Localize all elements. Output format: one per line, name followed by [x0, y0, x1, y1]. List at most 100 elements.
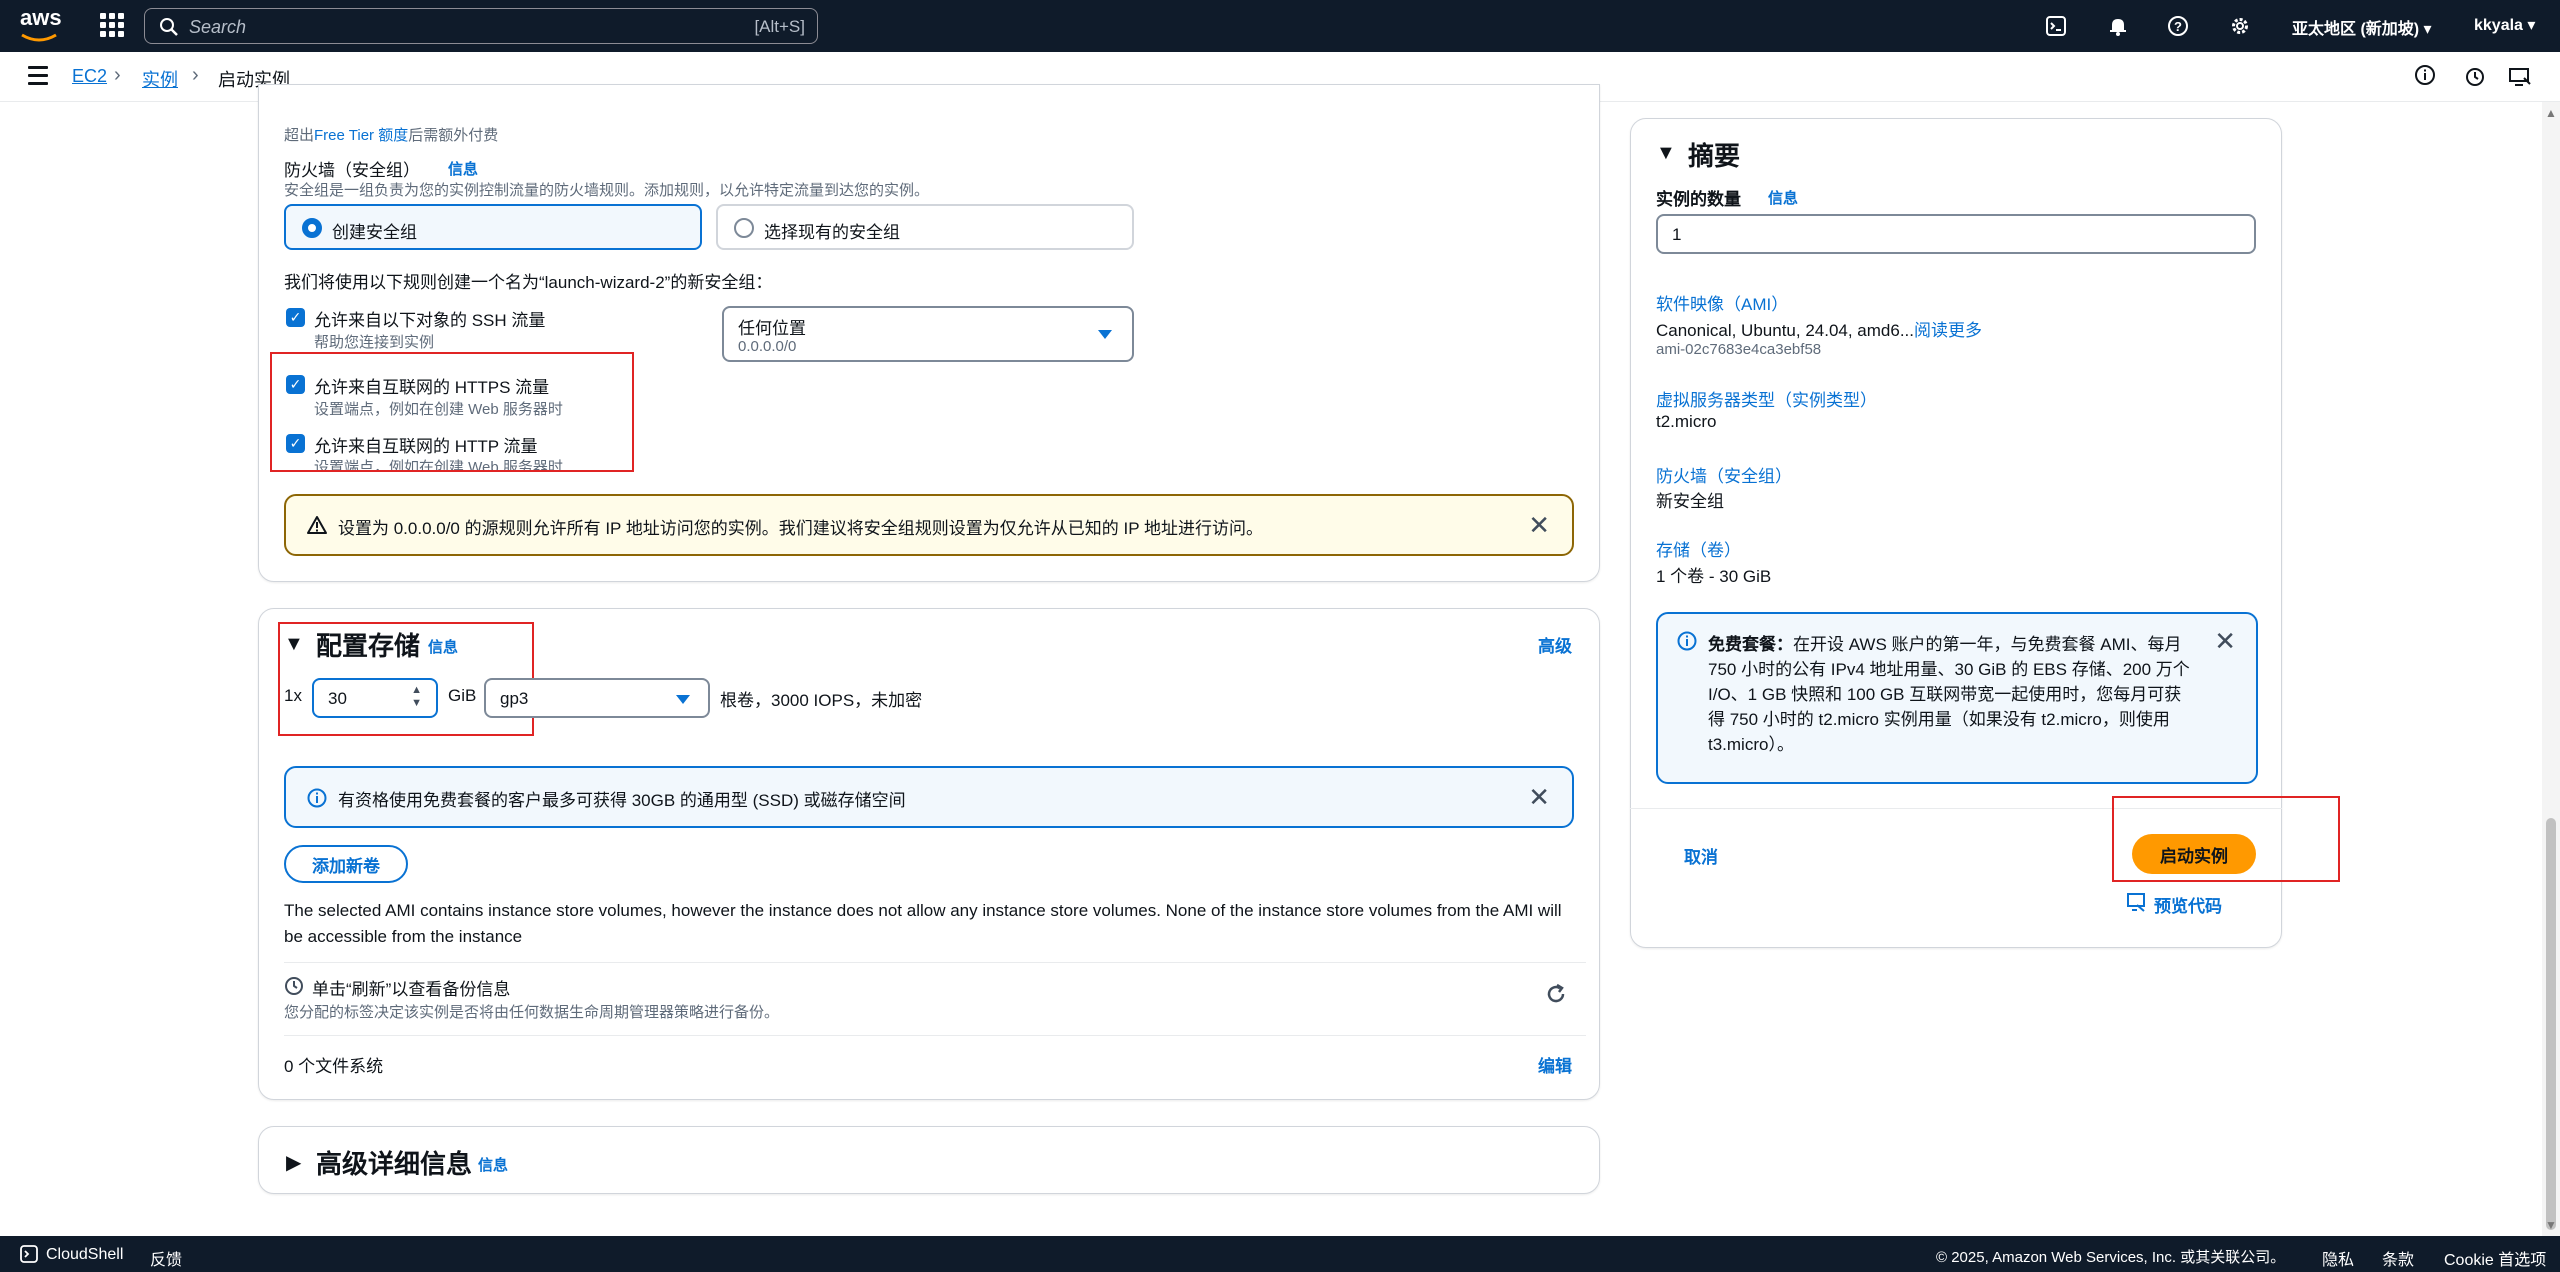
storage-info-link[interactable]: 信息	[428, 636, 458, 657]
radio-unselected	[734, 218, 754, 238]
advanced-details-title: 高级详细信息	[316, 1149, 473, 1179]
close-icon[interactable]: ✕	[1528, 512, 1550, 538]
services-menu-icon[interactable]	[100, 13, 124, 37]
summary-firewall-value: 新安全组	[1656, 492, 1724, 511]
caret-down-icon	[1098, 330, 1112, 339]
free-tier-storage-alert: 有资格使用免费套餐的客户最多可获得 30GB 的通用型 (SSD) 或磁存储空间…	[284, 766, 1574, 828]
radio-select-existing-security-group[interactable]: 选择现有的安全组	[716, 204, 1134, 250]
summary-free-tier-alert: 免费套餐：在开设 AWS 账户的第一年，与免费套餐 AMI、每月 750 小时的…	[1656, 612, 2258, 784]
summary-ami-link[interactable]: 软件映像（AMI）	[1656, 290, 1788, 315]
https-description: 设置端点，例如在创建 Web 服务器时	[314, 401, 563, 418]
read-more-link[interactable]: 阅读更多	[1914, 321, 1982, 340]
preview-code-link[interactable]: 预览代码	[2154, 892, 2222, 917]
close-icon[interactable]: ✕	[1528, 784, 1550, 810]
collapse-summary-icon[interactable]: ▼	[1656, 142, 1676, 165]
info-icon	[307, 788, 327, 808]
screen-icon[interactable]	[2508, 66, 2532, 93]
scroll-up-icon[interactable]: ▲	[2545, 106, 2557, 120]
cancel-button[interactable]: 取消	[1684, 843, 1718, 868]
summary-storage-link[interactable]: 存储（卷）	[1656, 536, 1741, 561]
ssh-checkbox[interactable]: ✓	[286, 308, 305, 327]
advanced-details-info-link[interactable]: 信息	[478, 1154, 508, 1175]
add-volume-button[interactable]: 添加新卷	[284, 845, 408, 883]
filesystems-edit-link[interactable]: 编辑	[1538, 1052, 1572, 1077]
history-icon[interactable]	[2464, 66, 2486, 93]
footer-copyright: © 2025, Amazon Web Services, Inc. 或其关联公司…	[1936, 1249, 2286, 1266]
instance-count-input[interactable]: 1	[1656, 214, 2256, 254]
footer-privacy-link[interactable]: 隐私	[2322, 1246, 2354, 1270]
expand-advanced-icon[interactable]: ▶	[286, 1150, 301, 1175]
security-warning-alert: 设置为 0.0.0.0/0 的源规则允许所有 IP 地址访问您的实例。我们建议将…	[284, 494, 1574, 556]
svg-text:?: ?	[2174, 19, 2182, 34]
http-label: 允许来自互联网的 HTTP 流量	[314, 437, 538, 456]
footer-terms-link[interactable]: 条款	[2382, 1246, 2414, 1270]
warning-icon	[307, 516, 327, 534]
cloudshell-icon[interactable]	[2044, 14, 2068, 38]
volume-count-prefix: 1x	[284, 686, 302, 705]
summary-firewall-link[interactable]: 防火墙（安全组）	[1656, 462, 1792, 487]
firewall-info-link[interactable]: 信息	[448, 158, 478, 179]
ssh-description: 帮助您连接到实例	[314, 334, 435, 351]
http-description: 设置端点，例如在创建 Web 服务器时	[314, 459, 563, 470]
account-menu[interactable]: kkyala ▾	[2474, 15, 2535, 35]
free-tier-note: 超出Free Tier 额度后需额外付费	[284, 127, 499, 144]
cloudshell-icon[interactable]	[20, 1245, 38, 1263]
summary-instance-type-link[interactable]: 虚拟服务器类型（实例类型）	[1656, 386, 1877, 411]
footer-feedback-link[interactable]: 反馈	[150, 1246, 182, 1270]
existing-sg-label: 选择现有的安全组	[764, 223, 900, 242]
search-placeholder: Search	[189, 17, 247, 37]
filesystems-count: 0 个文件系统	[284, 1057, 384, 1076]
notifications-bell-icon[interactable]	[2106, 14, 2130, 38]
aws-logo[interactable]: aws	[20, 7, 62, 42]
footer-cloudshell-link[interactable]: CloudShell	[46, 1246, 123, 1264]
collapse-storage-icon[interactable]: ▼	[284, 633, 304, 656]
volume-size-unit: GiB	[448, 686, 477, 705]
ssh-source-select[interactable]: 任何位置 0.0.0.0/0	[722, 306, 1134, 362]
instance-count-value: 1	[1672, 225, 1682, 244]
summary-instance-type-value: t2.micro	[1656, 412, 1717, 431]
summary-ami-id: ami-02c7683e4ca3ebf58	[1656, 341, 1822, 358]
launch-instance-button[interactable]: 启动实例	[2132, 834, 2256, 874]
breadcrumb-ec2[interactable]: EC2	[72, 66, 107, 87]
region-selector[interactable]: 亚太地区 (新加坡) ▾	[2292, 15, 2432, 39]
footer-cookie-link[interactable]: Cookie 首选项	[2444, 1246, 2546, 1270]
storage-advanced-link[interactable]: 高级	[1538, 632, 1572, 657]
volume-size-input[interactable]: 30 ▲ ▼	[312, 678, 438, 718]
radio-create-security-group[interactable]: 创建安全组	[284, 204, 702, 250]
instance-count-label: 实例的数量	[1656, 190, 1741, 209]
code-preview-icon[interactable]	[2126, 891, 2148, 913]
aws-smile-icon	[21, 33, 57, 42]
ssh-source-value: 任何位置	[738, 319, 806, 338]
scroll-down-icon[interactable]: ▼	[2545, 1218, 2557, 1232]
refresh-icon[interactable]	[1544, 982, 1568, 1006]
https-label: 允许来自互联网的 HTTPS 流量	[314, 378, 550, 397]
help-icon[interactable]: ?	[2166, 14, 2190, 38]
search-input[interactable]: Search [Alt+S]	[144, 8, 818, 44]
radio-selected	[302, 218, 322, 238]
storage-title: 配置存储	[316, 631, 421, 661]
ssh-source-cidr: 0.0.0.0/0	[738, 338, 797, 355]
backup-title: 单击“刷新”以查看备份信息	[312, 980, 511, 999]
summary-storage-value: 1 个卷 - 30 GiB	[1656, 567, 1772, 586]
side-nav-toggle-icon[interactable]	[28, 66, 48, 90]
scrollbar-thumb[interactable]	[2546, 818, 2556, 1230]
info-icon	[1677, 631, 1697, 651]
volume-type-select[interactable]: gp3	[484, 678, 710, 718]
summary-free-tier-text: 免费套餐：在开设 AWS 账户的第一年，与免费套餐 AMI、每月 750 小时的…	[1708, 635, 2190, 754]
create-sg-label: 创建安全组	[332, 223, 417, 242]
free-tier-link[interactable]: Free Tier 额度	[314, 127, 408, 144]
https-checkbox[interactable]: ✓	[286, 375, 305, 394]
close-icon[interactable]: ✕	[2214, 628, 2236, 654]
chevron-right-icon: ›	[114, 64, 121, 86]
caret-down-icon	[676, 695, 690, 704]
breadcrumb-instances[interactable]: 实例	[142, 66, 178, 92]
search-shortcut: [Alt+S]	[754, 17, 805, 36]
info-circle-icon[interactable]	[2414, 64, 2436, 91]
volume-description: 根卷，3000 IOPS，未加密	[720, 691, 923, 710]
http-checkbox[interactable]: ✓	[286, 434, 305, 453]
stepper-arrows-icon[interactable]: ▲ ▼	[411, 684, 422, 710]
search-icon	[160, 18, 178, 36]
instance-count-info-link[interactable]: 信息	[1768, 187, 1798, 208]
settings-gear-icon[interactable]	[2228, 14, 2252, 38]
warning-text: 设置为 0.0.0.0/0 的源规则允许所有 IP 地址访问您的实例。我们建议将…	[338, 519, 1264, 538]
